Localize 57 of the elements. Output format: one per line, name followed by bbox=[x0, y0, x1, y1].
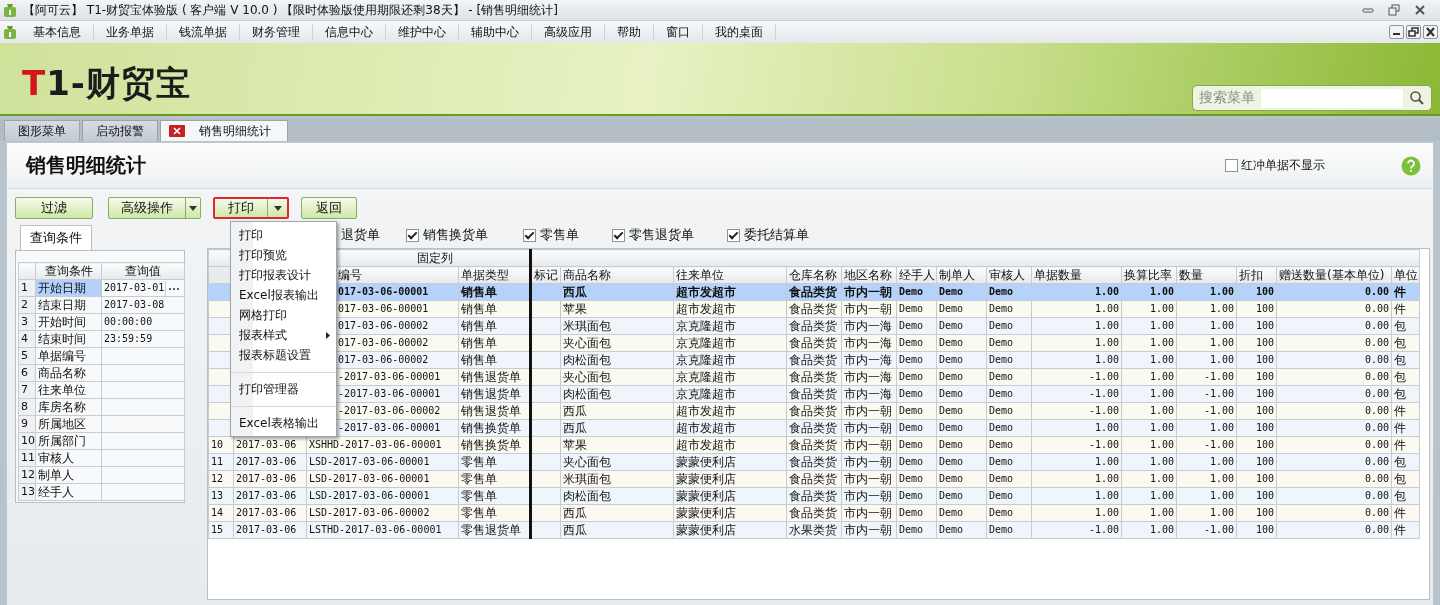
filter-checkbox[interactable]: 零售单 bbox=[523, 226, 579, 244]
ellipsis-icon[interactable] bbox=[165, 280, 182, 296]
toolbar-button[interactable]: 高级操作 bbox=[108, 197, 201, 219]
search-label: 搜索菜单 bbox=[1199, 89, 1255, 107]
condition-cell[interactable]: 审核人 bbox=[35, 449, 102, 467]
condition-cell[interactable]: 经手人 bbox=[35, 483, 102, 501]
search-field[interactable] bbox=[1261, 88, 1403, 108]
submenu-arrow-icon bbox=[326, 331, 330, 339]
toolbar-button[interactable]: 返回 bbox=[301, 197, 357, 219]
close-icon[interactable] bbox=[1423, 25, 1438, 39]
menu-item[interactable]: 业务单据 bbox=[94, 24, 167, 40]
page-title: 销售明细统计 bbox=[26, 152, 147, 179]
app-icon bbox=[3, 2, 17, 18]
menu-item[interactable]: 窗口 bbox=[654, 24, 703, 40]
condition-cell[interactable]: 库房名称 bbox=[35, 398, 102, 416]
toolbar-button[interactable]: 打印 bbox=[213, 197, 289, 219]
condition-cell[interactable]: 开始时间 bbox=[35, 313, 102, 331]
menu-item[interactable]: 维护中心 bbox=[386, 24, 459, 40]
condition-cell[interactable]: 单据编号 bbox=[35, 347, 102, 365]
condition-cell[interactable]: 往来单位 bbox=[35, 381, 102, 399]
filter-label: 退货单 bbox=[341, 226, 380, 244]
tab[interactable]: 销售明细统计 bbox=[160, 120, 288, 141]
caret-icon[interactable] bbox=[273, 205, 282, 211]
close-icon[interactable] bbox=[1414, 4, 1426, 16]
menu-item[interactable]: 基本信息 bbox=[21, 24, 94, 40]
tab[interactable]: 图形菜单 bbox=[4, 120, 80, 141]
filter-checkbox[interactable]: 委托结算单 bbox=[727, 226, 809, 244]
condition-cell[interactable]: 结束时间 bbox=[35, 330, 102, 348]
window-title: 【阿可云】 T1-财贸宝体验版 ( 客户端 V 10.0 ) 【限时体验版使用期限还剩38天】 - [销售明细统计] bbox=[23, 1, 559, 19]
condition-cell[interactable]: 所属地区 bbox=[35, 415, 102, 433]
condition-cell[interactable]: 所属部门 bbox=[35, 432, 102, 450]
toolbar-button[interactable]: 过滤 bbox=[15, 197, 93, 219]
column-header: 查询值 bbox=[101, 262, 185, 280]
column-header: 查询条件 bbox=[35, 262, 102, 280]
condition-cell[interactable]: 制单人 bbox=[35, 466, 102, 484]
condition-cell[interactable]: 商品名称 bbox=[35, 364, 102, 382]
menu-item[interactable]: 高级应用 bbox=[532, 24, 605, 40]
tab[interactable]: 启动报警 bbox=[82, 120, 158, 141]
app-icon bbox=[3, 24, 17, 40]
menu-item[interactable]: 财务管理 bbox=[240, 24, 313, 40]
menu-item[interactable]: 帮助 bbox=[605, 24, 654, 40]
menu-item[interactable]: 信息中心 bbox=[313, 24, 386, 40]
restore-icon[interactable] bbox=[1406, 25, 1421, 39]
menu-item[interactable]: 我的桌面 bbox=[703, 24, 776, 40]
menu-item[interactable]: 辅助中心 bbox=[459, 24, 532, 40]
tab[interactable]: 查询条件 bbox=[20, 225, 92, 250]
filter-checkbox[interactable]: 销售换货单 bbox=[406, 226, 488, 244]
caret-icon[interactable] bbox=[189, 205, 197, 211]
close-icon[interactable] bbox=[169, 125, 185, 137]
menu-item[interactable]: 打印 bbox=[231, 225, 336, 245]
checkbox[interactable]: 红冲单据不显示 bbox=[1225, 157, 1325, 174]
logo: T1-财贸宝 bbox=[22, 62, 191, 105]
condition-cell[interactable]: 结束日期 bbox=[35, 296, 102, 314]
filter-checkbox[interactable]: 零售退货单 bbox=[612, 226, 694, 244]
minimize-icon[interactable] bbox=[1389, 25, 1404, 39]
menu-item[interactable]: 钱流单据 bbox=[167, 24, 240, 40]
search-icon[interactable] bbox=[1409, 90, 1425, 106]
